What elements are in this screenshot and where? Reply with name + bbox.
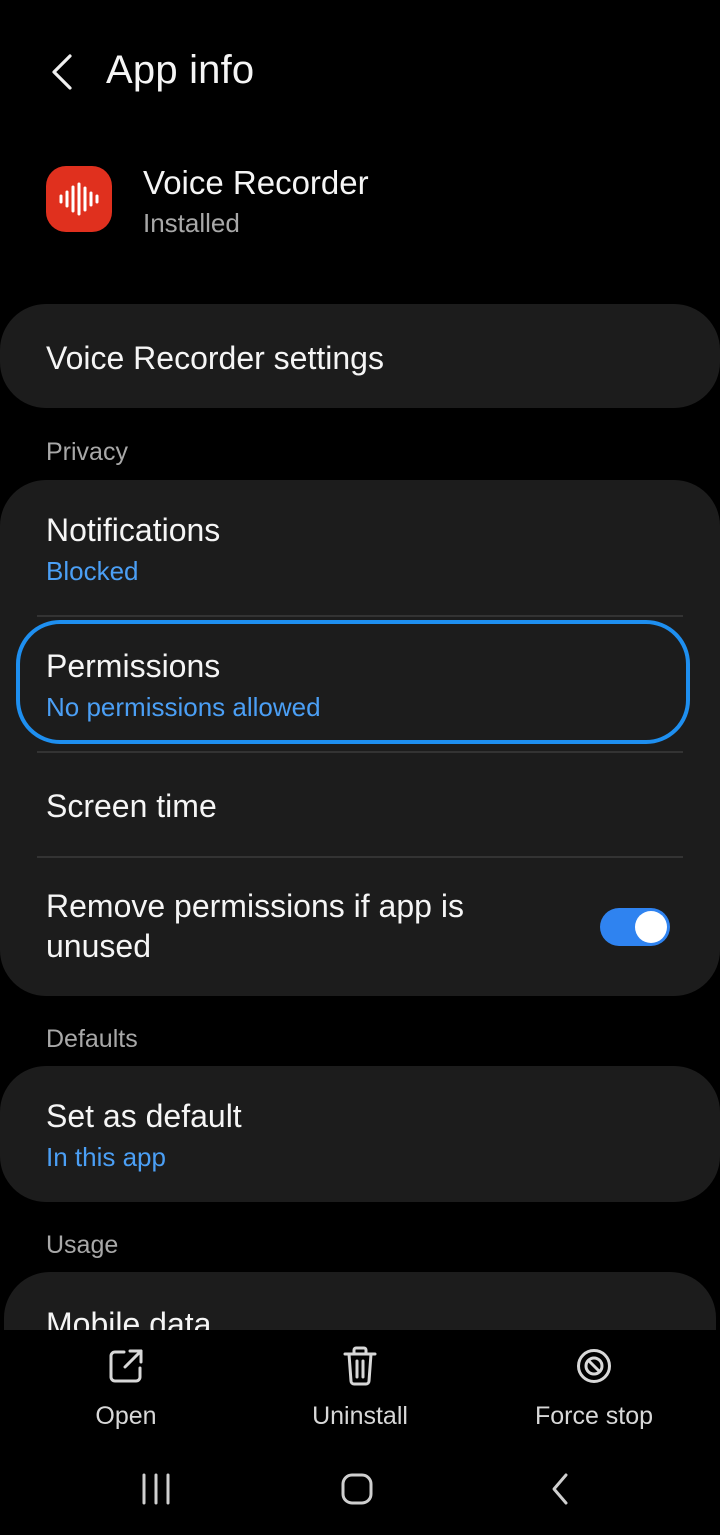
uninstall-button[interactable]: Uninstall [260, 1344, 460, 1431]
voice-recorder-app-icon [46, 166, 112, 232]
privacy-card: Notifications Blocked Permissions No per… [0, 480, 720, 996]
app-install-status: Installed [143, 208, 240, 238]
screen-time-item[interactable]: Screen time [0, 752, 720, 856]
app-summary: Voice Recorder Installed [0, 150, 720, 250]
system-navigation-bar [0, 1440, 720, 1535]
section-label-privacy: Privacy [46, 438, 128, 466]
bottom-action-bar: Open Uninstall Force stop [0, 1330, 720, 1440]
back-arrow-icon [552, 1473, 568, 1505]
uninstall-label: Uninstall [312, 1402, 408, 1430]
open-button[interactable]: Open [26, 1344, 226, 1431]
section-label-usage: Usage [46, 1231, 119, 1259]
waveform-icon [59, 182, 99, 216]
set-as-default-status: In this app [46, 1142, 166, 1172]
defaults-card: Set as default In this app [0, 1066, 720, 1202]
back-button[interactable] [36, 44, 86, 100]
notifications-item[interactable]: Notifications Blocked [0, 480, 720, 616]
set-as-default-item[interactable]: Set as default In this app [0, 1066, 720, 1202]
permissions-status: No permissions allowed [46, 692, 321, 722]
force-stop-label: Force stop [534, 1402, 654, 1430]
block-icon [577, 1349, 611, 1383]
section-label-defaults: Defaults [46, 1025, 138, 1053]
force-stop-button[interactable]: Force stop [494, 1344, 694, 1431]
home-icon [341, 1473, 373, 1505]
remove-permissions-toggle[interactable] [600, 908, 670, 946]
permissions-title: Permissions [46, 648, 221, 684]
notifications-status: Blocked [46, 556, 139, 586]
app-settings-label: Voice Recorder settings [46, 340, 384, 376]
page-title: App info [106, 48, 255, 92]
open-external-icon [109, 1349, 143, 1383]
remove-permissions-item[interactable]: Remove permissions if app is unused [0, 858, 720, 996]
recent-apps-icon [142, 1473, 170, 1505]
app-name: Voice Recorder [143, 164, 369, 201]
screen-time-title: Screen time [46, 788, 217, 824]
toggle-knob [635, 911, 667, 943]
header: App info [0, 0, 720, 145]
recent-apps-button[interactable] [116, 1464, 196, 1514]
open-label: Open [95, 1402, 157, 1430]
system-back-button[interactable] [520, 1464, 600, 1514]
app-settings-card[interactable]: Voice Recorder settings [0, 304, 720, 408]
remove-permissions-title-line1: Remove permissions if app is [46, 888, 464, 924]
chevron-left-icon [52, 54, 72, 90]
set-as-default-title: Set as default [46, 1098, 242, 1134]
remove-permissions-title-line2: unused [46, 928, 151, 964]
app-info-screen: App info Voice Recorder Installed Voice … [0, 0, 720, 1535]
trash-icon [343, 1346, 377, 1386]
notifications-title: Notifications [46, 512, 221, 548]
home-button[interactable] [317, 1464, 397, 1514]
permissions-item[interactable]: Permissions No permissions allowed [0, 616, 720, 752]
